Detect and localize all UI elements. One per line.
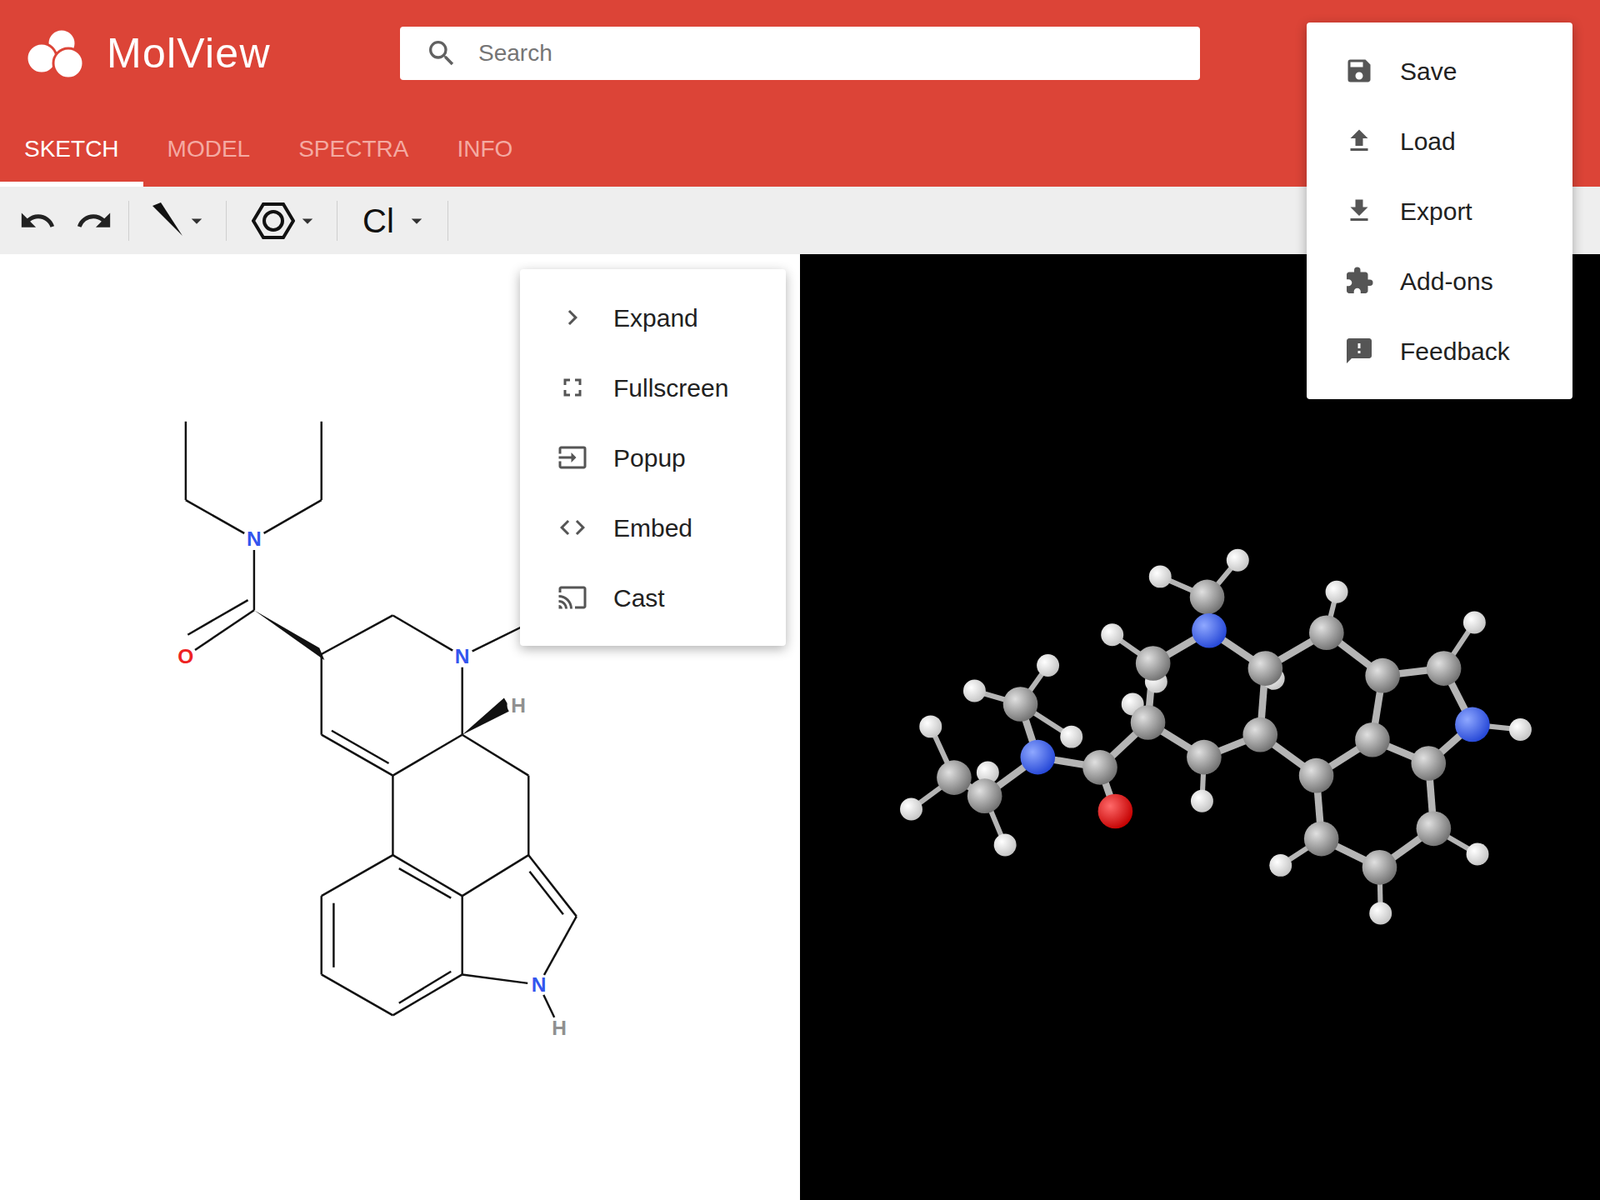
svg-text:N: N	[531, 973, 547, 996]
menu-item[interactable]: Add-ons	[1306, 245, 1573, 316]
menu-item[interactable]: Load	[1306, 105, 1573, 176]
toolbar-separator	[128, 200, 130, 241]
tab[interactable]: SKETCH	[0, 106, 144, 187]
toolbar-separator	[447, 200, 449, 241]
menu-item[interactable]: Save	[1306, 35, 1573, 106]
menu-item[interactable]: Embed	[520, 492, 786, 563]
toolbar-separator	[225, 200, 227, 241]
feedback-icon	[1344, 335, 1375, 366]
logo[interactable]: MolView	[25, 26, 375, 80]
atom-label: N	[450, 645, 474, 668]
svg-text:H: H	[510, 694, 526, 717]
svg-text:O: O	[177, 645, 194, 668]
logo-icon	[25, 26, 89, 80]
atom-label: H	[507, 694, 530, 717]
menu-item[interactable]: Expand	[520, 282, 786, 353]
search-input[interactable]	[478, 35, 1175, 71]
atom-label: H	[548, 1016, 571, 1040]
save-icon	[1344, 55, 1375, 86]
upload-icon	[1344, 125, 1375, 156]
atom-label: N	[242, 527, 265, 550]
tab[interactable]: INFO	[432, 106, 537, 187]
dropdown-icon	[295, 208, 320, 234]
toolbar-separator	[336, 200, 338, 241]
menu-item[interactable]: Cast	[520, 562, 786, 633]
chevron-right-icon	[557, 302, 588, 333]
redo-icon[interactable]	[75, 201, 114, 240]
search-box	[400, 26, 1200, 80]
svg-text:H: H	[551, 1016, 567, 1040]
puzzle-icon	[1344, 265, 1375, 296]
molview-app: MolViewSKETCHMODELSPECTRAINFOClNONHNHExp…	[0, 0, 1600, 1200]
menu-item[interactable]: Fullscreen	[520, 352, 786, 423]
cast-icon	[557, 582, 588, 613]
wedge-bond-icon	[150, 202, 185, 240]
menu-item[interactable]: Export	[1306, 175, 1573, 246]
atom-label: N	[527, 973, 550, 996]
search-icon	[425, 36, 459, 70]
dropdown-icon	[184, 208, 210, 234]
element-tool[interactable]: Cl	[337, 186, 448, 255]
popup-icon	[557, 442, 588, 473]
menu-item[interactable]: Feedback	[1306, 315, 1573, 386]
tab[interactable]: MODEL	[143, 106, 275, 187]
view-menu: ExpandFullscreenPopupEmbedCast	[520, 269, 786, 646]
ring-tool[interactable]	[226, 186, 337, 255]
svg-text:N: N	[246, 527, 262, 550]
fullscreen-icon	[557, 372, 588, 403]
dropdown-icon	[404, 208, 430, 234]
benzene-icon	[251, 201, 295, 240]
tab[interactable]: SPECTRA	[274, 106, 433, 187]
atom-label: O	[174, 645, 197, 668]
bond-tool[interactable]	[129, 186, 226, 255]
svg-text:N: N	[455, 645, 470, 668]
undo-icon[interactable]	[18, 201, 57, 240]
menu-item[interactable]: Popup	[520, 422, 786, 493]
code-icon	[557, 512, 588, 543]
main-menu: SaveLoadExportAdd-onsFeedback	[1306, 22, 1573, 400]
download-icon	[1344, 195, 1375, 226]
